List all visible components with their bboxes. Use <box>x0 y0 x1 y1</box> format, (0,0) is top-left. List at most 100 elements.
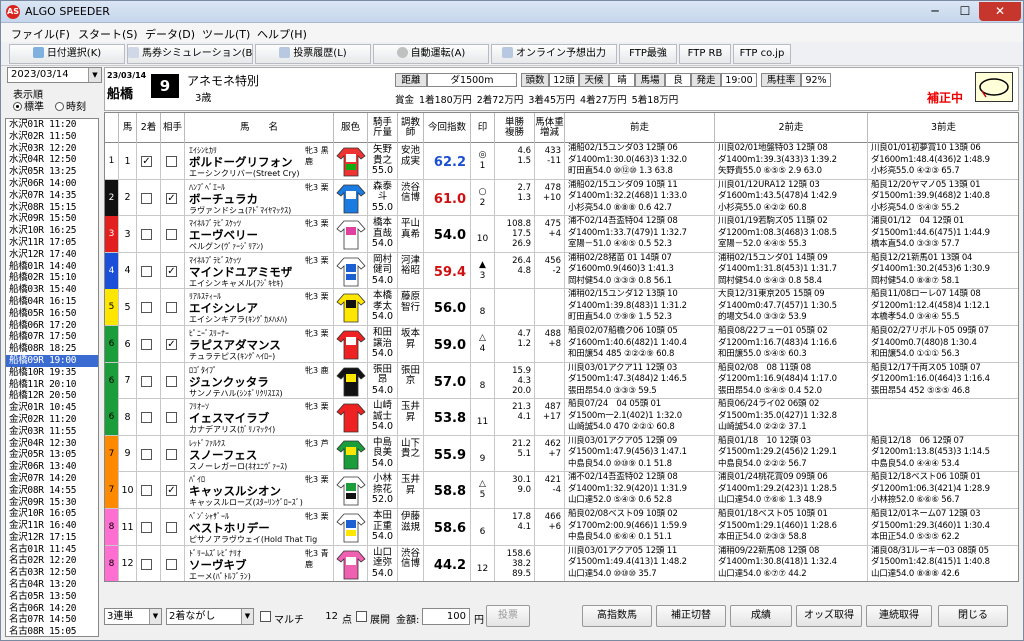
prediction-mark[interactable]: 12 <box>471 545 495 581</box>
race-list-item[interactable]: 金沢01R 10:45 <box>6 402 98 414</box>
high-index-button[interactable]: 高指数馬 <box>582 605 652 627</box>
horse-name-cell[interactable]: ﾌﾘｵｰｿ 牝3 栗イェスマイラブ カナデアリス(ｶﾞﾘﾉﾏｯｸｲ) <box>185 399 334 436</box>
table-row[interactable]: 1 1 ✓ ｴｲｼﾝﾋｶﾘ 牝3 黒鹿 ボルドーグリフォン エーシンクリバー(Street … <box>105 143 1018 180</box>
prediction-mark[interactable]: ○ 2 <box>471 179 495 216</box>
race-list-item[interactable]: 船橋05R 16:50 <box>6 308 98 320</box>
race-list-item[interactable]: 船橋01R 14:40 <box>6 261 98 273</box>
vote-button[interactable]: 投票 <box>486 605 530 627</box>
horse-name-cell[interactable]: ﾊﾝﾌﾞﾍﾞｴｰﾙ 牝3 栗ボーチュラカ ラヴァンドシュ(ｱﾄﾞﾏｲﾔﾏｯｸｽ) <box>185 179 334 216</box>
past-race-2[interactable]: 船良01/18 10 12頭 03 ダ1500m1:29.2(456)2 1:29… <box>715 435 868 472</box>
table-row[interactable]: 6 7 ﾛｺﾞﾀｲﾌﾟ 牝3 鹿ジュンクッタラ サンノテハル(ｼﾝﾎﾞﾘｸﾘｽｴｽ) 張田… <box>105 362 1018 400</box>
horse-name-cell[interactable]: ﾊﾟｲﾛ 牝3 栗キャッスルシオン キャッスルローズ(ｽﾀｰﾘﾝｸﾞﾛｰｽﾞ) <box>185 472 334 509</box>
table-row[interactable]: 6 8 ﾌﾘｵｰｿ 牝3 栗イェスマイラブ カナデアリス(ｶﾞﾘﾉﾏｯｸｲ) 山崎 誠士 … <box>105 399 1018 436</box>
race-list-item[interactable]: 船橋10R 19:35 <box>6 367 98 379</box>
race-list-item[interactable]: 名古04R 13:20 <box>6 579 98 591</box>
race-list-item[interactable]: 船橋12R 20:50 <box>6 390 98 402</box>
second-place-checkbox[interactable] <box>141 192 152 204</box>
table-row[interactable]: 4 4 ✓ ﾏｲﾈﾙﾌﾞﾗﾋﾞｽｹｯﾂ 牝3 栗マインドユアミモザ エイシンキャメル(ﾌｼ… <box>105 252 1018 290</box>
past-race-3[interactable]: 船良12/17千両ス05 10頭 07 ダ1200m1:16.0(464)3 1:… <box>868 363 1018 399</box>
past-race-1[interactable]: 川良03/01アクア11 12頭 03 ダ1500m1:47.3(484)2 1:… <box>565 362 715 399</box>
race-list-item[interactable]: 水沢03R 12:20 <box>6 143 98 155</box>
past-race-2[interactable]: 浦良01/24桃花賞09 09頭 06 ダ1400m1:29.2(423)1 1:… <box>715 472 868 509</box>
partner-checkbox[interactable] <box>166 229 177 241</box>
table-row[interactable]: 2 2 ✓ ﾊﾝﾌﾞﾍﾞｴｰﾙ 牝3 栗ボーチュラカ ラヴァンドシュ(ｱﾄﾞﾏｲﾔﾏｯｸｽ… <box>105 179 1018 217</box>
race-list-item[interactable]: 名古01R 11:45 <box>6 544 98 556</box>
auto-run-button[interactable]: 自動運転(A) <box>373 44 489 64</box>
race-list-item[interactable]: 金沢12R 17:15 <box>6 532 98 544</box>
partner-checkbox[interactable] <box>166 558 177 570</box>
past-race-2[interactable]: 川良02/01地盤特03 12頭 08 ダ1400m1:39.3(433)3 1:… <box>715 143 868 179</box>
second-place-checkbox[interactable] <box>141 339 152 350</box>
table-row[interactable]: 8 11 ﾍﾞﾝﾞｼｬｻﾞｰﾙ 牝3 栗ベストホリデー ピサノアラヴウェイ(Hold T… <box>105 509 1018 546</box>
bet-simulation-button[interactable]: 馬券シミュレーション(B) <box>127 44 253 64</box>
bet-type-select[interactable]: 3連単 ▼ <box>104 608 162 625</box>
menu-file[interactable]: ファイル(F) <box>11 26 70 42</box>
race-list-item[interactable]: 金沢03R 11:55 <box>6 426 98 438</box>
close-button[interactable]: ✕ <box>979 2 1021 21</box>
partner-checkbox[interactable] <box>166 156 177 167</box>
past-race-2[interactable]: 川良01/12URA12 12頭 03 ダ1600m1:43.5(478)4 1:… <box>715 179 868 216</box>
table-row[interactable]: 6 6 ✓ ﾋﾟﾆｰﾞｽﾘｰﾅｰ 牝3 栗ラピスアダマンス チュラテピス(ｷﾝｸﾞﾍｲﾛｰ… <box>105 326 1018 363</box>
prediction-mark[interactable]: ◎ 1 <box>471 143 495 179</box>
past-race-2[interactable]: 川良01/19若駒ズ05 11頭 02 ダ1200m1:08.3(468)3 1:… <box>715 216 868 253</box>
prediction-mark[interactable]: 9 <box>471 435 495 472</box>
ftp-rb-button[interactable]: FTP RB <box>679 44 731 64</box>
past-race-3[interactable]: 船良12/18ベスト06 10頭 01 ダ1200m1:06.3(421)4 1:… <box>868 472 1018 508</box>
horse-name-cell[interactable]: ｴｲｼﾝﾋｶﾘ 牝3 黒鹿 ボルドーグリフォン エーシンクリバー(Street Cry… <box>185 143 334 179</box>
radio-time[interactable]: 時刻 <box>55 98 86 113</box>
race-list-item[interactable]: 船橋06R 17:20 <box>6 320 98 332</box>
second-place-checkbox[interactable] <box>141 375 152 387</box>
race-list-item[interactable]: 金沢08R 14:55 <box>6 485 98 497</box>
menu-tools[interactable]: ツール(T) <box>202 26 250 42</box>
second-place-checkbox[interactable] <box>141 448 152 460</box>
second-place-checkbox[interactable] <box>141 265 152 277</box>
partner-checkbox[interactable] <box>166 522 177 533</box>
ftp-cojp-button[interactable]: FTP co.jp <box>733 44 791 64</box>
partner-checkbox[interactable] <box>166 375 177 387</box>
partner-checkbox[interactable]: ✓ <box>166 265 177 277</box>
past-race-1[interactable]: 船良02/07船橋ク06 10頭 05 ダ1600m1:40.6(482)1 1:… <box>565 326 715 362</box>
table-row[interactable]: 7 9 ﾚｯﾄﾞﾌｧﾙｸｽ 牝3 芦スノーフェス スノーレガーロ(ﾈｵﾕﾆｳﾞｧｰｽ) 中… <box>105 435 1018 473</box>
past-race-3[interactable]: 浦良08/31ルーキー03 08頭 05 ダ1500m1:42.8(415)1 1… <box>868 546 1018 581</box>
partner-checkbox[interactable] <box>166 302 177 314</box>
results-button[interactable]: 成績 <box>730 605 792 627</box>
race-list-item[interactable]: 名古08R 15:05 <box>6 626 98 636</box>
past-race-3[interactable]: 船良12/18 06 12頭 07 ダ1200m1:13.8(453)3 1:14… <box>868 436 1018 472</box>
race-list-item[interactable]: 船橋03R 15:40 <box>6 284 98 296</box>
multi-checkbox[interactable] <box>260 611 271 622</box>
race-list-item[interactable]: 金沢11R 16:40 <box>6 520 98 532</box>
minimize-button[interactable]: ─ <box>921 2 949 21</box>
ftp-strongest-button[interactable]: FTP最強 <box>619 44 677 64</box>
past-race-1[interactable]: 浦船02/15ユンダ09 10頭 11 ダ1400m1:32.2(468)1 1:… <box>565 179 715 216</box>
race-list-item[interactable]: 船橋09R 19:00 <box>6 354 98 367</box>
amount-input[interactable]: 100 <box>422 608 470 625</box>
past-race-1[interactable]: 浦船02/15ユンダ03 12頭 06 ダ1400m1:30.0(463)3 1:… <box>565 143 715 179</box>
race-list-item[interactable]: 船橋04R 16:15 <box>6 296 98 308</box>
prediction-mark[interactable]: 6 <box>471 509 495 545</box>
past-race-3[interactable]: 船良02/27リボルト05 09頭 07 ダ1400m0.7(480)8 1:30… <box>868 326 1018 362</box>
race-list-item[interactable]: 金沢10R 16:05 <box>6 508 98 520</box>
close-window-button[interactable]: 閉じる <box>938 605 1008 627</box>
prediction-mark[interactable]: 8 <box>471 289 495 326</box>
table-row[interactable]: 5 5 ﾘｱﾙｽﾃｨｰﾙ 牝3 栗エイシンレア エイシンキアラ(ｷﾝｸﾞｶﾒﾊﾒﾊ) 本橋… <box>105 289 1018 326</box>
partner-checkbox[interactable]: ✓ <box>166 339 177 350</box>
race-list-item[interactable]: 水沢05R 13:25 <box>6 166 98 178</box>
menu-data[interactable]: データ(D) <box>145 26 195 42</box>
race-list-item[interactable]: 名古06R 14:20 <box>6 603 98 615</box>
maximize-button[interactable]: ☐ <box>951 2 979 21</box>
table-row[interactable]: 8 12 ﾄﾞﾘｰﾑｽﾞﾚﾋﾞﾅﾘｵ 牝3 青鹿 ソーヴキブ エーメ(ﾊﾟﾄﾙﾌﾞﾗﾝ) 山… <box>105 545 1018 581</box>
horse-name-cell[interactable]: ﾏｲﾈﾙﾌﾞﾗﾋﾞｽｹｯﾂ 牝3 栗エーヴベリー ペルグン(ｳﾞｧｰｼﾞﾘｱﾝ) <box>185 216 334 253</box>
expand-checkbox[interactable] <box>356 611 367 622</box>
past-race-3[interactable]: 川良01/01初夢賞10 13頭 06 ダ1600m1:48.4(436)2 1:… <box>868 143 1018 179</box>
horse-name-cell[interactable]: ﾏｲﾈﾙﾌﾞﾗﾋﾞｽｹｯﾂ 牝3 栗マインドユアミモザ エイシンキャメル(ﾌｼﾞｷｾ… <box>185 252 334 289</box>
horse-name-cell[interactable]: ﾛｺﾞﾀｲﾌﾟ 牝3 鹿ジュンクッタラ サンノテハル(ｼﾝﾎﾞﾘｸﾘｽｴｽ) <box>185 362 334 399</box>
race-list-item[interactable]: 名古02R 12:20 <box>6 555 98 567</box>
odds-fetch-button[interactable]: オッズ取得 <box>796 605 862 627</box>
race-list-item[interactable]: 金沢05R 13:05 <box>6 449 98 461</box>
past-race-3[interactable]: 船良12/01ネーム07 12頭 03 ダ1500m1:29.3(460)1 1:… <box>868 509 1018 545</box>
race-list-item[interactable]: 船橋11R 20:10 <box>6 379 98 391</box>
table-row[interactable]: 7 10 ✓ ﾊﾟｲﾛ 牝3 栗キャッスルシオン キャッスルローズ(ｽﾀｰﾘﾝｸﾞﾛｰｽﾞ… <box>105 472 1018 509</box>
past-race-2[interactable]: 船良06/24ライ02 06頭 02 ダ1500m1:35.0(427)1 1:3… <box>715 399 868 436</box>
race-list-item[interactable]: 水沢09R 15:50 <box>6 213 98 225</box>
past-race-2[interactable]: 浦稍02/15ユンダ01 14頭 09 ダ1400m1:31.8(453)1 1:… <box>715 252 868 289</box>
